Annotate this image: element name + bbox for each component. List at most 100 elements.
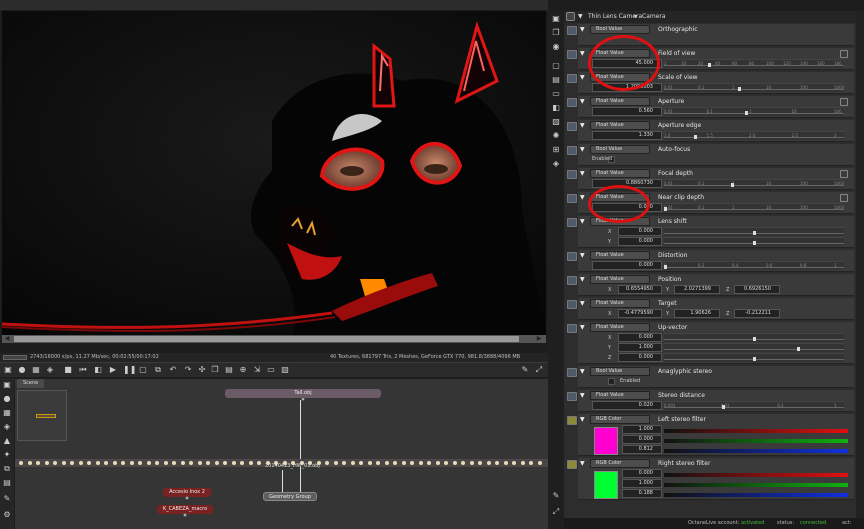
- slider-knob[interactable]: [752, 231, 756, 235]
- output-pin[interactable]: [342, 461, 346, 465]
- output-pin[interactable]: [384, 461, 389, 465]
- output-pin[interactable]: [418, 461, 423, 465]
- screen-icon[interactable]: ▭: [266, 365, 276, 375]
- image-icon[interactable]: ▨: [551, 117, 561, 127]
- output-pin[interactable]: [537, 461, 542, 465]
- param-position[interactable]: ▼ Float Value Position X 0.6554950 Y 2.0…: [567, 274, 854, 296]
- node-port[interactable]: [183, 513, 187, 517]
- up-x-slider[interactable]: [664, 333, 844, 342]
- output-pin[interactable]: [512, 461, 516, 465]
- expand-icon[interactable]: ▼: [580, 146, 585, 153]
- blue-channel-bar[interactable]: [664, 493, 848, 497]
- param-type[interactable]: Bool Value: [590, 145, 650, 154]
- expand-icon[interactable]: ▼: [580, 50, 585, 57]
- aperture-value-input[interactable]: 0.560: [592, 107, 662, 116]
- fov-slider[interactable]: 1 10 20 40 60 80 100 120 140 160 180: [664, 59, 844, 68]
- param-anaglyphic-stereo[interactable]: ▼ Bool Value Anaglyphic stereo Enabled: [567, 366, 854, 388]
- fullscreen-icon[interactable]: ⤢: [534, 365, 544, 375]
- output-pin[interactable]: [248, 461, 253, 465]
- param-auto-focus[interactable]: ▼ Bool Value Auto-focus Enabled: [567, 144, 854, 166]
- lock-icon[interactable]: ◧: [93, 365, 103, 375]
- expand-icon[interactable]: ▼: [580, 300, 585, 307]
- output-pin[interactable]: [214, 461, 219, 465]
- output-pin[interactable]: [53, 461, 57, 465]
- expand-icon[interactable]: ▼: [580, 194, 585, 201]
- slider-knob[interactable]: [796, 347, 800, 351]
- node-link-icon[interactable]: ⧉: [2, 464, 12, 474]
- expand-icon[interactable]: ▼: [580, 122, 585, 129]
- focal-slider[interactable]: 0.010.11101001000: [664, 179, 844, 188]
- node-graph[interactable]: Scene Tail.obj 20140423_HW_01.obj Geomet…: [15, 379, 548, 529]
- node-port[interactable]: [301, 397, 305, 401]
- copy-icon[interactable]: ❐: [210, 365, 220, 375]
- expand-icon[interactable]: ▼: [580, 416, 585, 423]
- param-type[interactable]: Bool Value: [590, 25, 650, 34]
- node-accesorios[interactable]: Accesio Inox 2: [163, 488, 211, 500]
- param-distortion[interactable]: ▼ Float Value Distortion 0.000 00.20.40.…: [567, 250, 854, 272]
- output-pin[interactable]: [78, 461, 83, 465]
- expand-icon[interactable]: ▼: [580, 392, 585, 399]
- output-pin[interactable]: [121, 461, 125, 465]
- up-z-slider[interactable]: [664, 353, 844, 362]
- red-channel-bar[interactable]: [664, 473, 848, 477]
- slider-knob[interactable]: [752, 241, 756, 245]
- output-pin[interactable]: [163, 461, 168, 465]
- slider-knob[interactable]: [731, 183, 735, 187]
- output-pin[interactable]: [495, 461, 499, 465]
- output-pin[interactable]: [61, 461, 66, 465]
- target-z-input[interactable]: -0.212211: [734, 309, 780, 318]
- transform-icon[interactable]: ⊞: [551, 145, 561, 155]
- output-pin[interactable]: [461, 461, 465, 465]
- output-pin[interactable]: [223, 461, 227, 465]
- output-pin[interactable]: [95, 461, 100, 465]
- param-aperture[interactable]: ▼ Float Value Aperture 0.560 0.01 0.1 1 10 1…: [567, 96, 854, 118]
- region-icon[interactable]: ▢: [138, 365, 148, 375]
- material-icon[interactable]: ◈: [551, 159, 561, 169]
- output-pin[interactable]: [359, 461, 363, 465]
- left-g-input[interactable]: 0.000: [622, 435, 662, 444]
- output-pin[interactable]: [427, 461, 431, 465]
- param-left-stereo-filter[interactable]: ▼ RGB Color Left stereo filter 1.000 0.0…: [567, 414, 854, 456]
- expand-icon[interactable]: ▼: [580, 460, 585, 467]
- image-icon[interactable]: ▨: [280, 365, 290, 375]
- scale-slider[interactable]: 0.01 0.1 1 10 100 1000: [664, 83, 844, 92]
- node-tail-obj[interactable]: Tail.obj: [225, 389, 381, 401]
- slider-knob[interactable]: [722, 405, 726, 409]
- right-b-input[interactable]: 0.188: [622, 489, 662, 498]
- param-target[interactable]: ▼ Float Value Target X -0.4779590 Y 1.90…: [567, 298, 854, 320]
- inspector-scrollbar[interactable]: [856, 11, 864, 518]
- param-type[interactable]: RGB Color: [590, 415, 650, 424]
- target-x-input[interactable]: -0.4779590: [618, 309, 662, 318]
- output-pin[interactable]: [231, 461, 236, 465]
- node-light-icon[interactable]: ✦: [2, 450, 12, 460]
- graph-minimap[interactable]: [17, 390, 67, 441]
- aperture-edge-value-input[interactable]: 1.330: [592, 131, 662, 140]
- slider-knob[interactable]: [708, 63, 712, 67]
- undo-icon[interactable]: ↶: [168, 365, 178, 375]
- output-pin[interactable]: [503, 461, 508, 465]
- redo-icon[interactable]: ↷: [183, 365, 193, 375]
- output-pin[interactable]: [529, 461, 533, 465]
- stereo-distance-slider[interactable]: 0.0010.010.11: [664, 401, 844, 410]
- gear-icon[interactable]: ⚙: [2, 510, 12, 520]
- zoom-icon[interactable]: ⊕: [238, 365, 248, 375]
- left-filter-swatch[interactable]: [594, 427, 618, 455]
- output-pin[interactable]: [240, 461, 244, 465]
- output-pin[interactable]: [350, 461, 355, 465]
- left-b-input[interactable]: 0.812: [622, 445, 662, 454]
- sun-icon[interactable]: ✺: [551, 131, 561, 141]
- output-pin[interactable]: [325, 461, 329, 465]
- output-pin[interactable]: [401, 461, 406, 465]
- param-type[interactable]: Float Value: [590, 391, 650, 400]
- output-pin[interactable]: [410, 461, 414, 465]
- color-icon[interactable]: ◈: [45, 365, 55, 375]
- output-pin[interactable]: [452, 461, 457, 465]
- output-pin[interactable]: [197, 461, 202, 465]
- output-pin[interactable]: [146, 461, 151, 465]
- param-type[interactable]: RGB Color: [590, 459, 650, 468]
- slider-knob[interactable]: [745, 111, 749, 115]
- lensshift-y-slider[interactable]: [664, 237, 844, 246]
- output-pin[interactable]: [27, 461, 32, 465]
- aperture-edge-slider[interactable]: 1.0 1.5 2.0 2.5 3: [664, 131, 844, 140]
- output-pin[interactable]: [367, 461, 372, 465]
